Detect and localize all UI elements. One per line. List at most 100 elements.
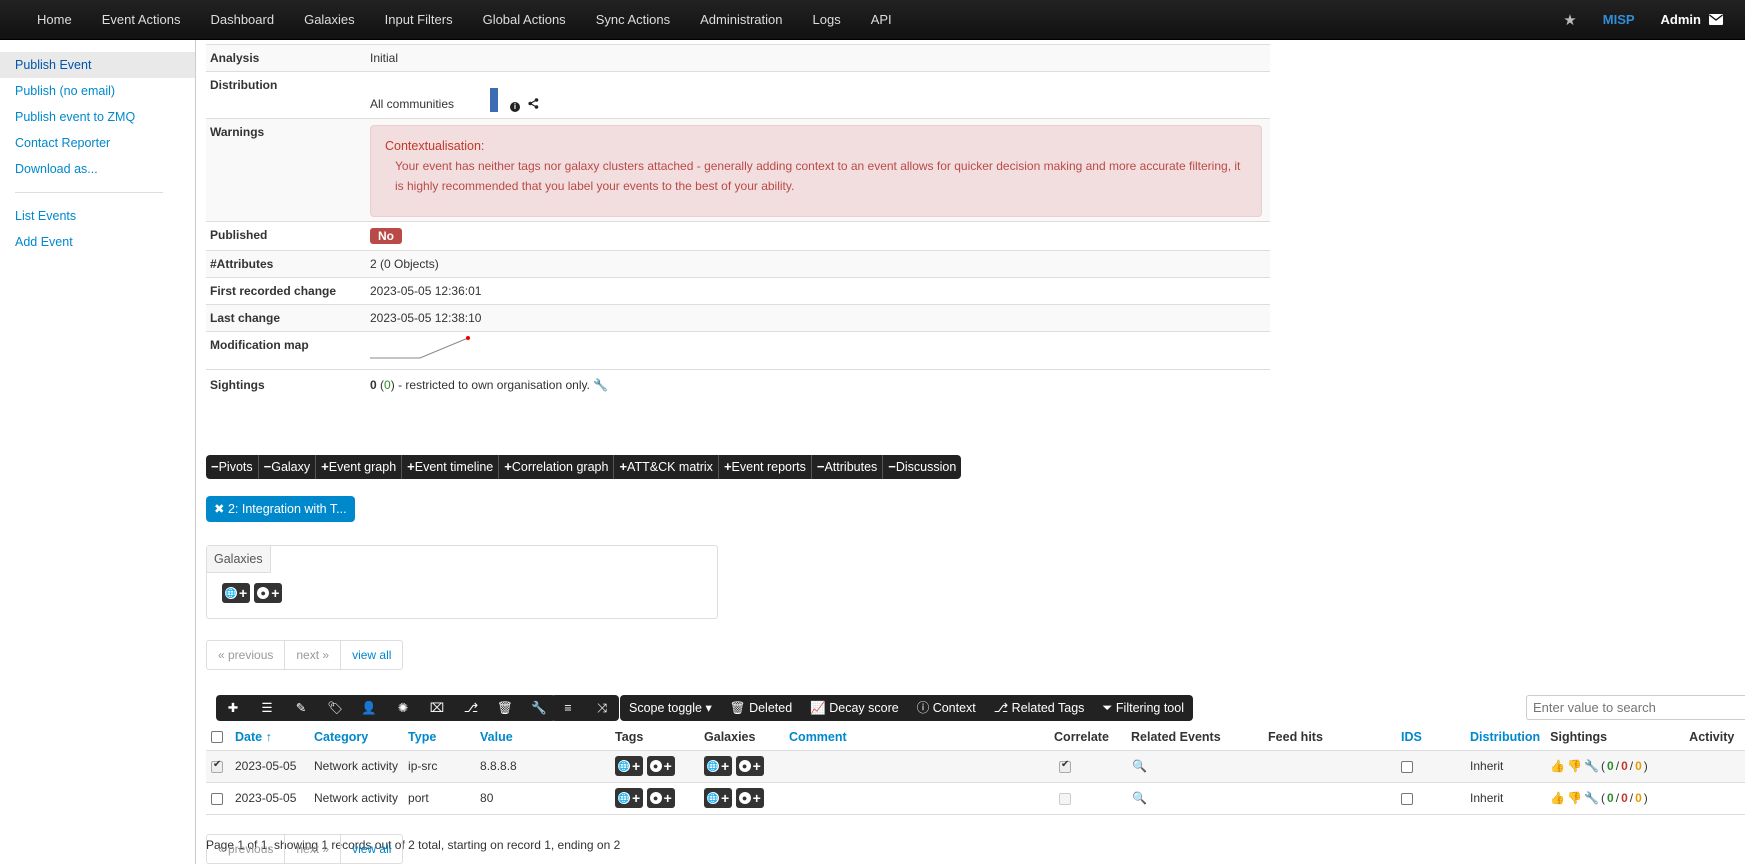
toggle-correlation-graph[interactable]: +Correlation graph <box>499 455 615 479</box>
search-icon[interactable]: 🔍 <box>1132 791 1147 805</box>
add-global-galaxy-button[interactable]: 🌐 + <box>222 583 251 603</box>
pager-view-all[interactable]: view all <box>341 835 402 863</box>
nav-sync-actions[interactable]: Sync Actions <box>581 0 685 40</box>
thumbs-down-icon[interactable]: 👎 <box>1567 759 1582 773</box>
sidebar-item-publish-no-email[interactable]: Publish (no email) <box>0 78 195 104</box>
pager-view-all[interactable]: view all <box>341 641 402 669</box>
envelope-icon[interactable] <box>1709 14 1723 25</box>
relationship-icon[interactable]: ⎇ <box>454 695 488 721</box>
add-global-tag-button[interactable]: 🌐 + <box>615 756 644 776</box>
toggle-event-reports[interactable]: +Event reports <box>719 455 812 479</box>
table-row[interactable]: 2023-05-05 Network activity port 80 🌐 + ●… <box>206 782 1745 815</box>
edit-icon[interactable]: ✎ <box>284 695 318 721</box>
add-attribute-icon[interactable]: ✚ <box>216 695 250 721</box>
toggle-attack-matrix[interactable]: +ATT&CK matrix <box>614 455 719 479</box>
info-icon[interactable]: i <box>510 102 521 112</box>
correlate-checkbox[interactable] <box>1059 759 1072 773</box>
share-icon[interactable] <box>528 98 539 112</box>
toggle-discussion[interactable]: −Discussion <box>883 455 961 479</box>
cell-distribution[interactable]: Inherit <box>1465 750 1546 783</box>
wrench-icon[interactable]: 🔧 <box>1584 759 1599 773</box>
random-icon[interactable]: ⤨ <box>585 695 619 721</box>
add-local-galaxy-button[interactable]: ● + <box>735 788 764 808</box>
attribute-search-input[interactable] <box>1526 695 1745 720</box>
table-row[interactable]: 2023-05-05 Network activity ip-src 8.8.8… <box>206 750 1745 783</box>
nav-home[interactable]: Home <box>22 0 87 40</box>
cell-value[interactable]: 8.8.8.8 <box>475 750 611 783</box>
toggle-pivots[interactable]: −Pivots <box>206 455 259 479</box>
nav-api[interactable]: API <box>856 0 907 40</box>
header-date[interactable]: Date ↑ <box>230 724 309 751</box>
toggle-event-timeline[interactable]: +Event timeline <box>402 455 500 479</box>
close-icon[interactable]: ✖ <box>214 502 224 516</box>
pivot-object-pill[interactable]: ✖ 2: Integration with T... <box>206 496 355 522</box>
row-checkbox[interactable] <box>211 759 223 773</box>
header-type[interactable]: Type <box>403 724 476 751</box>
wrench-icon[interactable]: 🔧 <box>1584 791 1599 805</box>
cell-comment[interactable] <box>784 782 1050 815</box>
nav-input-filters[interactable]: Input Filters <box>370 0 468 40</box>
cell-distribution[interactable]: Inherit <box>1465 782 1546 815</box>
ids-checkbox[interactable] <box>1401 760 1414 773</box>
header-category[interactable]: Category <box>309 724 404 751</box>
ids-checkbox[interactable] <box>1401 792 1414 805</box>
trash-icon[interactable]: 🗑 <box>488 695 522 721</box>
row-checkbox[interactable] <box>211 792 223 805</box>
correlate-checkbox[interactable] <box>1059 792 1072 805</box>
sidebar-item-publish-zmq[interactable]: Publish event to ZMQ <box>0 104 195 130</box>
nav-event-actions[interactable]: Event Actions <box>87 0 196 40</box>
thumbs-down-icon[interactable]: 👎 <box>1567 791 1582 805</box>
scope-toggle-button[interactable]: Scope toggle ▾ <box>620 695 721 721</box>
toggle-event-graph[interactable]: +Event graph <box>316 455 403 479</box>
filtering-tool-button[interactable]: ⏷ Filtering tool <box>1093 695 1193 721</box>
context-button[interactable]: ⓘ Context <box>908 695 985 721</box>
thumbs-up-icon[interactable]: 👍 <box>1550 759 1565 773</box>
cell-value[interactable]: 80 <box>475 782 611 815</box>
header-value[interactable]: Value <box>475 724 611 751</box>
sidebar-item-publish-event[interactable]: Publish Event <box>0 52 195 78</box>
toggle-attributes[interactable]: −Attributes <box>812 455 884 479</box>
add-global-tag-button[interactable]: 🌐 + <box>615 788 644 808</box>
select-all-checkbox[interactable] <box>211 731 223 744</box>
nav-dashboard[interactable]: Dashboard <box>195 0 289 40</box>
propose-icon[interactable]: ⌧ <box>420 695 454 721</box>
align-left-icon[interactable]: ≡ <box>551 695 585 721</box>
user-menu[interactable]: Admin <box>1661 12 1723 27</box>
brand-link[interactable]: MISP <box>1603 12 1635 27</box>
nav-logs[interactable]: Logs <box>798 0 856 40</box>
sidebar-item-download-as[interactable]: Download as... <box>0 156 195 182</box>
deleted-button[interactable]: 🗑 Deleted <box>721 695 801 721</box>
distribution-graph[interactable] <box>490 88 499 112</box>
tag-icon[interactable]: 🏷 <box>318 695 352 721</box>
user-icon[interactable]: 👤 <box>352 695 386 721</box>
add-global-galaxy-button[interactable]: 🌐 + <box>704 756 733 776</box>
nav-administration[interactable]: Administration <box>685 0 797 40</box>
sidebar-item-list-events[interactable]: List Events <box>0 203 195 229</box>
search-icon[interactable]: 🔍 <box>1132 759 1147 773</box>
add-local-galaxy-button[interactable]: ● + <box>254 583 283 603</box>
related-tags-button[interactable]: ⎇ Related Tags <box>985 695 1094 721</box>
nav-global-actions[interactable]: Global Actions <box>468 0 581 40</box>
header-ids[interactable]: IDS <box>1396 724 1466 751</box>
add-global-galaxy-button[interactable]: 🌐 + <box>704 788 733 808</box>
toggle-galaxy[interactable]: −Galaxy <box>259 455 317 479</box>
row-checkbox-cell <box>206 750 230 783</box>
star-icon[interactable]: ★ <box>1563 11 1576 29</box>
globe-icon: 🌐 <box>225 587 237 599</box>
add-local-galaxy-button[interactable]: ● + <box>735 756 764 776</box>
attributes-count-label: #Attributes <box>206 250 366 278</box>
sidebar-item-contact-reporter[interactable]: Contact Reporter <box>0 130 195 156</box>
cell-date: 2023-05-05 <box>230 750 309 783</box>
add-local-tag-button[interactable]: ● + <box>646 788 675 808</box>
galaxy-icon[interactable]: ✺ <box>386 695 420 721</box>
header-comment[interactable]: Comment <box>784 724 1050 751</box>
list-icon[interactable]: ☰ <box>250 695 284 721</box>
header-distribution[interactable]: Distribution <box>1465 724 1546 751</box>
cell-comment[interactable] <box>784 750 1050 783</box>
nav-galaxies[interactable]: Galaxies <box>289 0 370 40</box>
decay-score-button[interactable]: 📈 Decay score <box>801 695 908 721</box>
thumbs-up-icon[interactable]: 👍 <box>1550 791 1565 805</box>
sidebar-item-add-event[interactable]: Add Event <box>0 229 195 255</box>
wrench-icon[interactable]: 🔧 <box>593 378 608 392</box>
add-local-tag-button[interactable]: ● + <box>646 756 675 776</box>
